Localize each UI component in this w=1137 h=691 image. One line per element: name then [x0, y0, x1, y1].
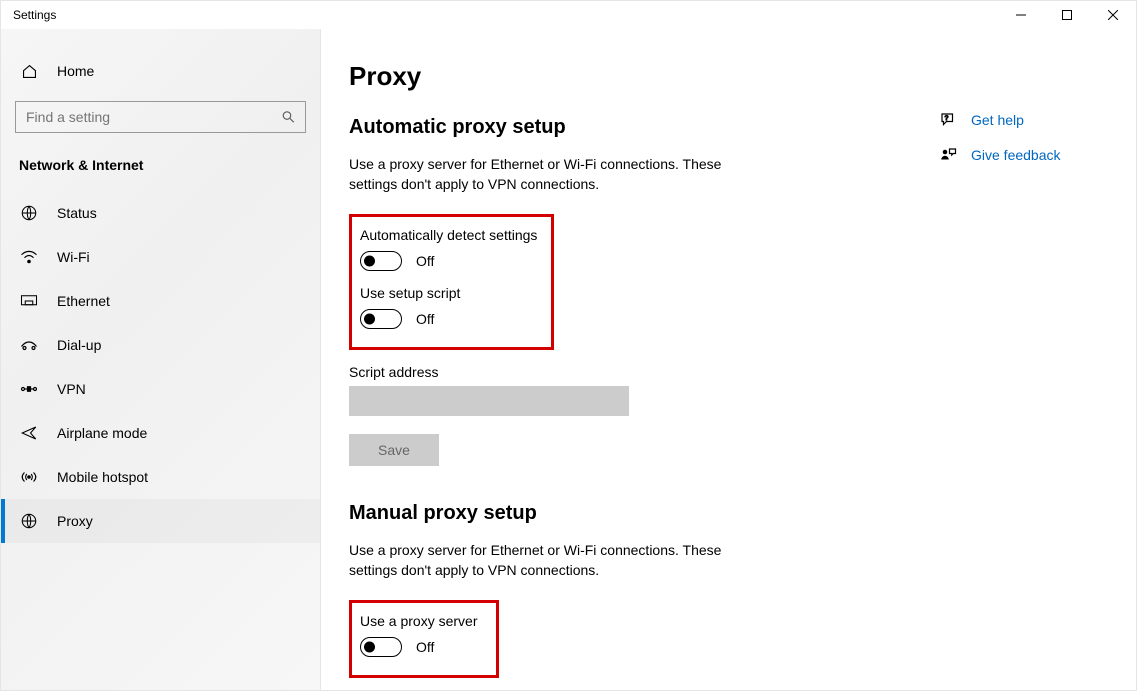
svg-text:?: ?	[945, 115, 949, 122]
sidebar-item-hotspot[interactable]: Mobile hotspot	[1, 455, 320, 499]
aside: ? Get help Give feedback	[849, 61, 1061, 690]
sidebar-home-label: Home	[57, 63, 94, 79]
script-address-input[interactable]	[349, 386, 629, 416]
manual-proxy-highlight: Use a proxy server Off	[349, 600, 499, 678]
close-button[interactable]	[1090, 1, 1136, 29]
use-proxy-state: Off	[416, 639, 434, 655]
ethernet-icon	[19, 294, 39, 308]
manual-proxy-desc: Use a proxy server for Ethernet or Wi-Fi…	[349, 541, 769, 580]
sidebar-item-label: Mobile hotspot	[57, 469, 148, 485]
setup-script-state: Off	[416, 311, 434, 327]
dialup-icon	[19, 338, 39, 352]
sidebar-item-label: VPN	[57, 381, 86, 397]
auto-proxy-highlight: Automatically detect settings Off Use se…	[349, 214, 554, 350]
content: Proxy Automatic proxy setup Use a proxy …	[321, 29, 1136, 690]
sidebar-item-vpn[interactable]: VPN	[1, 367, 320, 411]
minimize-button[interactable]	[998, 1, 1044, 29]
hotspot-icon	[19, 469, 39, 485]
sidebar-item-airplane[interactable]: Airplane mode	[1, 411, 320, 455]
help-icon: ?	[939, 111, 957, 129]
maximize-button[interactable]	[1044, 1, 1090, 29]
sidebar-item-label: Proxy	[57, 513, 93, 529]
sidebar-item-label: Wi-Fi	[57, 249, 90, 265]
manual-proxy-heading: Manual proxy setup	[349, 502, 849, 525]
sidebar-item-ethernet[interactable]: Ethernet	[1, 279, 320, 323]
feedback-icon	[939, 147, 957, 163]
search-input[interactable]	[15, 101, 306, 133]
use-proxy-toggle[interactable]	[360, 637, 402, 657]
sidebar-group-title: Network & Internet	[1, 151, 320, 191]
auto-detect-label: Automatically detect settings	[360, 227, 539, 243]
sidebar-item-label: Status	[57, 205, 97, 221]
vpn-icon	[19, 383, 39, 395]
sidebar-item-proxy[interactable]: Proxy	[1, 499, 320, 543]
get-help-link[interactable]: ? Get help	[939, 111, 1061, 129]
airplane-icon	[19, 424, 39, 442]
sidebar-item-label: Dial-up	[57, 337, 101, 353]
auto-proxy-desc: Use a proxy server for Ethernet or Wi-Fi…	[349, 155, 769, 194]
home-icon	[19, 63, 39, 80]
setup-script-label: Use setup script	[360, 285, 539, 301]
script-address-label: Script address	[349, 364, 849, 380]
get-help-label: Get help	[971, 112, 1024, 128]
sidebar-item-status[interactable]: Status	[1, 191, 320, 235]
auto-proxy-heading: Automatic proxy setup	[349, 116, 849, 139]
app-title: Settings	[13, 8, 56, 22]
wifi-icon	[19, 250, 39, 264]
titlebar: Settings	[1, 1, 1136, 29]
proxy-icon	[19, 512, 39, 530]
auto-detect-state: Off	[416, 253, 434, 269]
give-feedback-link[interactable]: Give feedback	[939, 147, 1061, 163]
search-field[interactable]	[15, 101, 306, 133]
sidebar-item-label: Ethernet	[57, 293, 110, 309]
save-button[interactable]: Save	[349, 434, 439, 466]
sidebar-home[interactable]: Home	[1, 49, 320, 93]
sidebar-item-dialup[interactable]: Dial-up	[1, 323, 320, 367]
setup-script-toggle[interactable]	[360, 309, 402, 329]
auto-detect-toggle[interactable]	[360, 251, 402, 271]
sidebar-item-wifi[interactable]: Wi-Fi	[1, 235, 320, 279]
status-icon	[19, 204, 39, 222]
give-feedback-label: Give feedback	[971, 147, 1061, 163]
sidebar: Home Network & Internet Status	[1, 29, 321, 690]
sidebar-item-label: Airplane mode	[57, 425, 147, 441]
search-icon	[281, 110, 296, 125]
page-title: Proxy	[349, 61, 849, 92]
window-controls	[998, 1, 1136, 29]
use-proxy-label: Use a proxy server	[360, 613, 484, 629]
